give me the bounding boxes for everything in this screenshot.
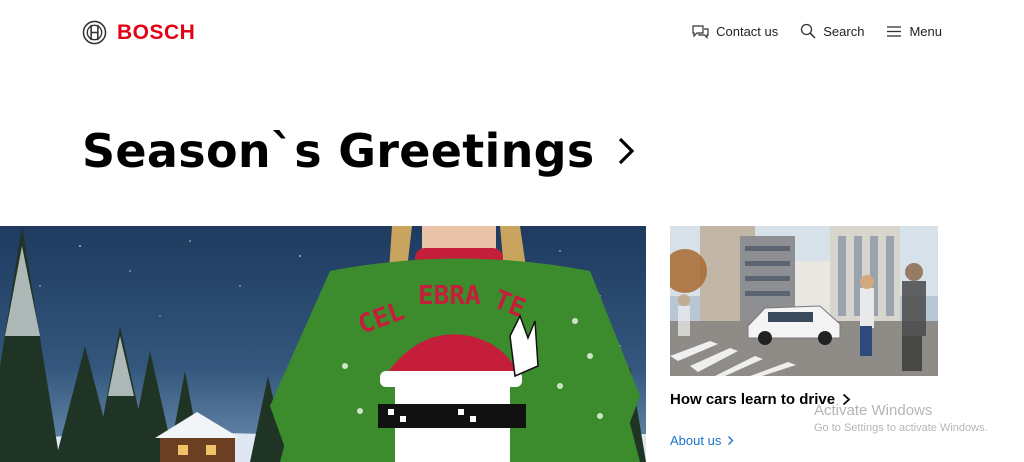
bosch-logo[interactable]: BOSCH (82, 20, 195, 45)
search-label: Search (823, 23, 865, 39)
menu-label: Menu (909, 23, 942, 39)
svg-text:EBRA: EBRA (418, 281, 481, 311)
chevron-right-icon (728, 436, 734, 445)
teaser-image-self-driving-car[interactable] (670, 226, 938, 376)
hamburger-menu-icon (887, 25, 902, 37)
about-us-link[interactable]: About us (670, 433, 938, 448)
brand-name: BOSCH (117, 20, 196, 44)
page-title: Season`s Greetings (82, 124, 595, 178)
chevron-right-icon (618, 137, 634, 165)
watermark-subtitle: Go to Settings to activate Windows. (814, 422, 988, 434)
search-icon (801, 23, 816, 39)
menu-button[interactable]: Menu (886, 24, 942, 39)
hero-image-christmas-sweater[interactable]: CEL EBRA TE (0, 226, 646, 462)
hero-illustration: CEL EBRA TE (0, 226, 646, 462)
page-title-link[interactable]: Season`s Greetings (82, 128, 635, 174)
contact-us-link[interactable]: Contact us (692, 24, 778, 39)
contact-us-label: Contact us (716, 23, 779, 39)
chat-bubbles-icon (692, 24, 709, 39)
teaser-title: How cars learn to drive (670, 391, 836, 408)
site-header: BOSCH Contact us Search Menu (0, 0, 1024, 66)
watermark-title: Activate Windows (814, 402, 933, 419)
header-nav: Contact us Search Menu (692, 23, 942, 39)
about-us-label: About us (670, 433, 722, 448)
search-link[interactable]: Search (800, 23, 864, 39)
windows-activation-watermark: Activate Windows Go to Settings to activ… (814, 402, 988, 434)
bosch-armature-icon (82, 20, 107, 45)
